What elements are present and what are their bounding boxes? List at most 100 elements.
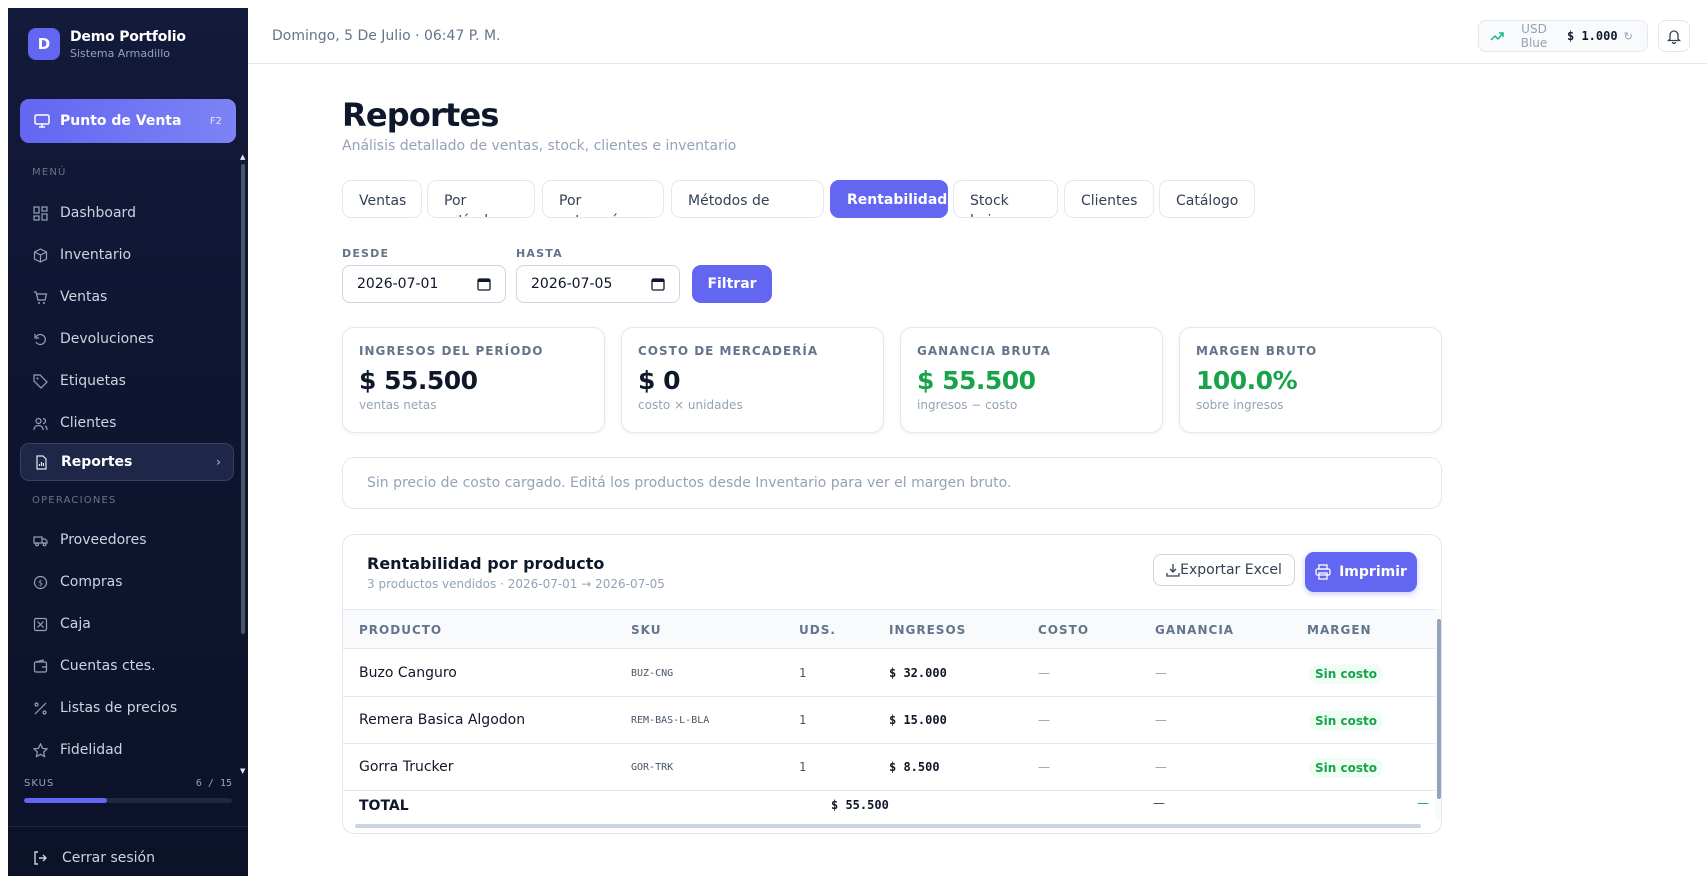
sidebar-item-proveedores[interactable]: Proveedores xyxy=(20,521,234,559)
sidebar-item-label: Etiquetas xyxy=(60,373,126,389)
monitor-icon xyxy=(34,114,50,128)
from-date-value: 2026-07-01 xyxy=(357,276,439,292)
table-horizontal-scrollbar[interactable] xyxy=(347,822,1435,830)
sidebar-item-label: Compras xyxy=(60,574,123,590)
calendar-icon[interactable] xyxy=(651,277,665,291)
sku-progress-fill xyxy=(24,798,108,803)
product-name: Remera Basica Algodon xyxy=(359,712,526,728)
sidebar-item-devoluciones[interactable]: Devoluciones xyxy=(20,320,234,358)
refresh-icon[interactable]: ↻ xyxy=(1624,30,1633,43)
exchange-rate-widget[interactable]: USD Blue $ 1.000 ↻ xyxy=(1478,20,1648,52)
sidebar-item-reportes[interactable]: Reportes › xyxy=(20,443,234,481)
window-edge xyxy=(0,0,8,876)
logout-button[interactable]: Cerrar sesión xyxy=(32,850,155,866)
from-date-input[interactable]: 2026-07-01 xyxy=(342,265,506,303)
column-header-margen[interactable]: MARGEN xyxy=(1307,623,1372,637)
undo-icon xyxy=(32,331,48,347)
logout-icon xyxy=(34,851,47,865)
point-of-sale-label: Punto de Venta xyxy=(60,113,182,129)
sidebar-item-ventas[interactable]: Ventas xyxy=(20,278,234,316)
table-title: Rentabilidad por producto xyxy=(367,554,605,573)
shortcut-hint: F2 xyxy=(209,115,222,127)
column-header-sku[interactable]: SKU xyxy=(631,623,661,637)
sku-progress-bar xyxy=(24,798,232,803)
units-sold: 1 xyxy=(799,760,807,774)
to-label: HASTA xyxy=(516,247,563,260)
tab-rentabilidad[interactable]: Rentabilidad xyxy=(830,180,948,218)
table-row[interactable]: Gorra Trucker GOR-TRK 1 $ 8.500 — — Sin costo xyxy=(343,744,1435,791)
column-header-uds[interactable]: UDS. xyxy=(799,623,836,637)
tab-stock-bajo[interactable]: Stock bajo xyxy=(953,180,1058,218)
point-of-sale-button[interactable]: Punto de Venta F2 xyxy=(20,99,236,143)
wallet-icon xyxy=(32,658,48,674)
tab-por-articulo[interactable]: Por artículo xyxy=(427,180,535,218)
cost-value: — xyxy=(1038,666,1050,680)
margin-status-badge: Sin costo xyxy=(1309,758,1383,778)
kpi-value: 100.0% xyxy=(1196,366,1298,395)
sidebar-item-inventario[interactable]: Inventario xyxy=(20,236,234,274)
tab-por-categoria[interactable]: Por categoría xyxy=(542,180,664,218)
income-value: $ 15.000 xyxy=(889,713,947,727)
sidebar-item-listas-de-precios[interactable]: Listas de precios xyxy=(20,689,234,727)
units-sold: 1 xyxy=(799,666,807,680)
current-date: Domingo, 5 De Julio · 06:47 P. M. xyxy=(272,28,501,44)
brand-logo: D xyxy=(28,28,60,60)
tab-ventas[interactable]: Ventas xyxy=(342,180,422,218)
svg-text:$: $ xyxy=(37,578,42,587)
page-subtitle: Análisis detallado de ventas, stock, cli… xyxy=(342,138,737,154)
sidebar-item-caja[interactable]: Caja xyxy=(20,605,234,643)
notifications-button[interactable] xyxy=(1658,20,1690,52)
currency-label: USD Blue xyxy=(1520,22,1548,50)
table-row[interactable]: Remera Basica Algodon REM-BAS-L-BLA 1 $ 15.… xyxy=(343,697,1435,744)
column-header-producto[interactable]: PRODUCTO xyxy=(359,623,442,637)
to-date-value: 2026-07-05 xyxy=(531,276,613,292)
kpi-label: MARGEN BRUTO xyxy=(1196,344,1318,358)
total-label: TOTAL xyxy=(359,798,409,814)
export-excel-button[interactable]: Exportar Excel xyxy=(1153,554,1295,586)
to-date-input[interactable]: 2026-07-05 xyxy=(516,265,680,303)
tag-icon xyxy=(32,373,48,389)
kpi-label: GANANCIA BRUTA xyxy=(917,344,1051,358)
column-header-ingresos[interactable]: INGRESOS xyxy=(889,623,966,637)
table-row[interactable]: Buzo Canguro BUZ-CNG 1 $ 32.000 — — Sin costo xyxy=(343,650,1435,697)
sidebar-item-etiquetas[interactable]: Etiquetas xyxy=(20,362,234,400)
truck-icon xyxy=(32,532,48,548)
sidebar-item-label: Caja xyxy=(60,616,91,632)
brand-title: Demo Portfolio xyxy=(70,28,186,45)
sku-count: 6 / 15 xyxy=(195,778,232,789)
sidebar-item-cuentas-ctes[interactable]: Cuentas ctes. xyxy=(20,647,234,685)
tab-clientes[interactable]: Clientes xyxy=(1064,180,1154,218)
scroll-up-arrow-icon[interactable]: ▲ xyxy=(240,154,246,161)
cart-icon xyxy=(32,289,48,305)
main-content: Reportes Análisis detallado de ventas, s… xyxy=(248,64,1707,876)
sku-code: REM-BAS-L-BLA xyxy=(631,715,710,726)
logout-label: Cerrar sesión xyxy=(62,850,155,866)
sidebar-item-compras[interactable]: $ Compras xyxy=(20,563,234,601)
table-vertical-scroll-thumb[interactable] xyxy=(1437,619,1441,799)
dashboard-icon xyxy=(32,205,48,221)
column-header-costo[interactable]: COSTO xyxy=(1038,623,1089,637)
print-button[interactable]: Imprimir xyxy=(1305,552,1417,592)
tab-catalogo[interactable]: Catálogo xyxy=(1159,180,1255,218)
table-vertical-scrollbar[interactable] xyxy=(1435,609,1441,819)
sidebar-scrollbar[interactable]: ▲ ▼ xyxy=(240,154,246,775)
sidebar-scroll-thumb[interactable] xyxy=(241,164,245,634)
cost-value: — xyxy=(1038,713,1050,727)
sidebar-item-dashboard[interactable]: Dashboard xyxy=(20,194,234,232)
printer-icon xyxy=(1315,564,1331,580)
report-icon xyxy=(33,454,49,470)
calendar-icon[interactable] xyxy=(477,277,491,291)
scroll-down-arrow-icon[interactable]: ▼ xyxy=(240,768,246,775)
kpi-value: $ 55.500 xyxy=(917,366,1036,395)
tab-metodos-de-pago[interactable]: Métodos de pago xyxy=(671,180,824,218)
sidebar-item-fidelidad[interactable]: Fidelidad xyxy=(20,731,234,769)
table-horizontal-scroll-thumb[interactable] xyxy=(355,824,1421,828)
filter-button[interactable]: Filtrar xyxy=(692,265,772,303)
sidebar-item-clientes[interactable]: Clientes xyxy=(20,404,234,442)
percent-icon xyxy=(32,700,48,716)
exchange-rate-value: $ 1.000 xyxy=(1567,29,1618,43)
sidebar: D Demo Portfolio Sistema Armadillo Punto… xyxy=(8,8,248,876)
sidebar-item-label: Inventario xyxy=(60,247,132,263)
column-header-ganancia[interactable]: GANANCIA xyxy=(1155,623,1234,637)
sidebar-item-label: Ventas xyxy=(60,289,108,305)
